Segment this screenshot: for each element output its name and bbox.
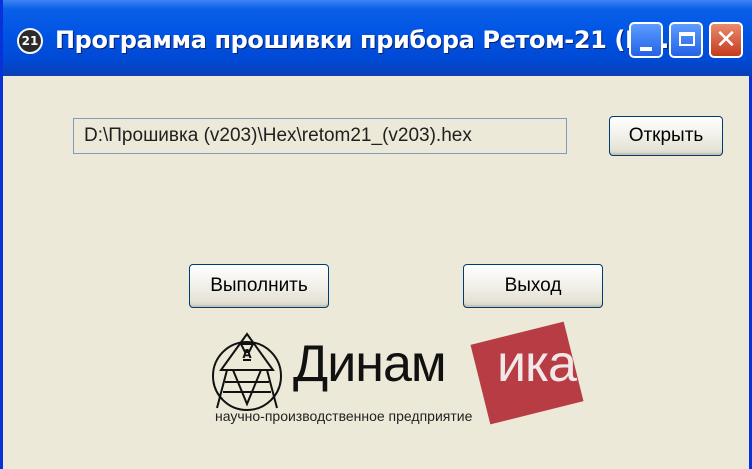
logo-word-light: ика [497,335,577,393]
minimize-icon [640,47,652,51]
maximize-icon [679,32,695,46]
app-window: 21 Программа прошивки прибора Ретом-21 (… [0,0,752,469]
minimize-button[interactable] [629,22,663,58]
close-icon: ✕ [715,25,737,55]
open-button[interactable]: Открыть [609,116,723,156]
svg-text:А: А [242,347,252,361]
file-path-field[interactable]: D:\Прошивка (v203)\Hex\retom21_(v203).he… [73,118,567,154]
logo-word-dark: Динам [293,335,447,393]
run-button[interactable]: Выполнить [189,264,329,308]
close-button[interactable]: ✕ [709,22,743,58]
window-title: Программа прошивки прибора Ретом-21 (В..… [55,26,670,54]
exit-button[interactable]: Выход [463,264,603,308]
maximize-button[interactable] [669,22,703,58]
app-icon: 21 [17,28,43,54]
title-bar[interactable]: 21 Программа прошивки прибора Ретом-21 (… [3,0,752,76]
logo-subtitle: научно-производственное предприятие [215,408,473,424]
